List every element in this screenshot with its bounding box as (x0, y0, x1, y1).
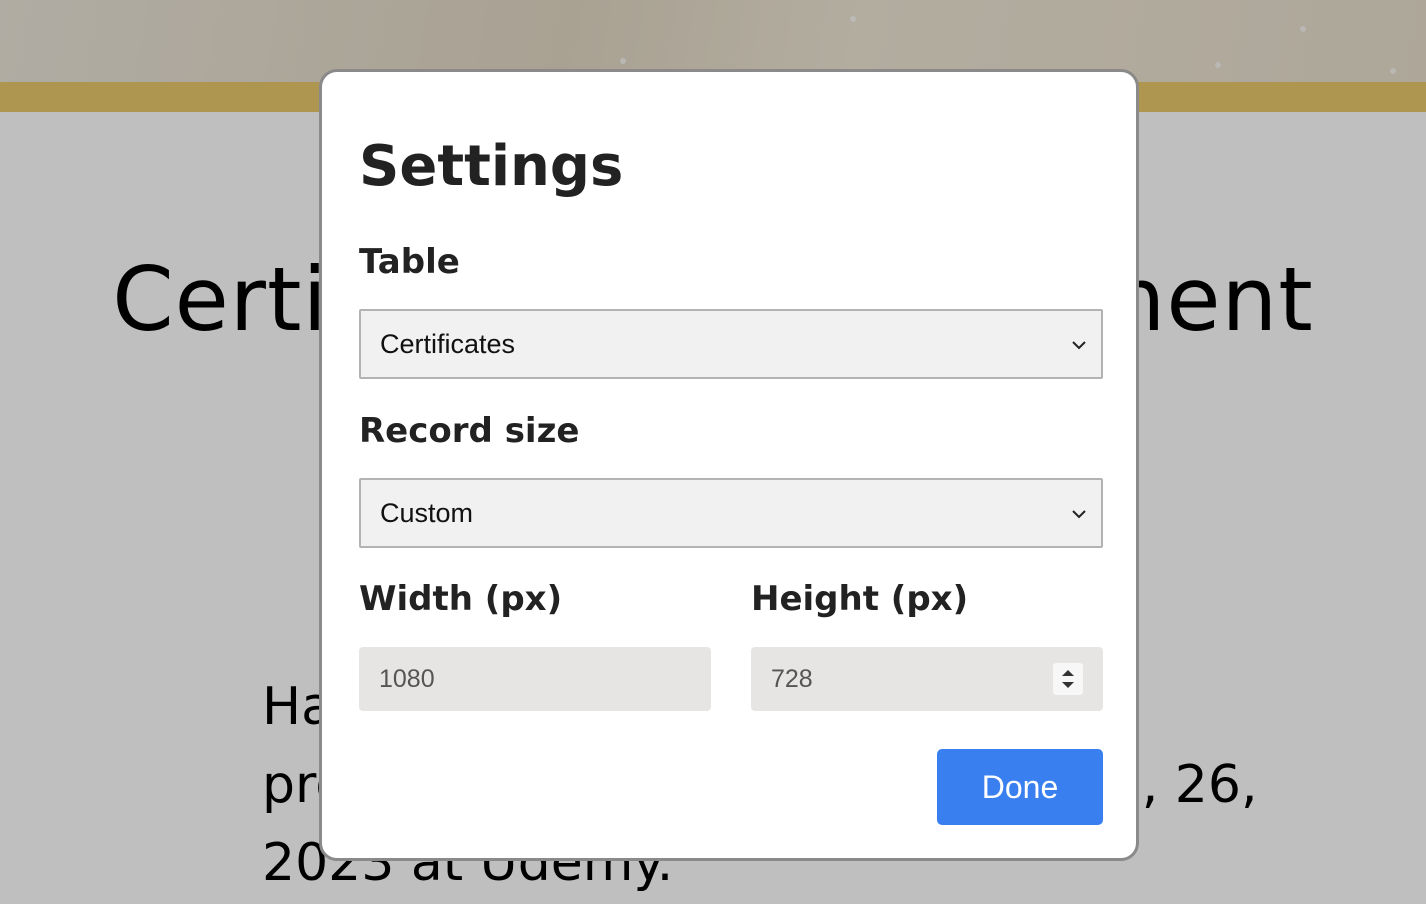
width-label: Width (px) (359, 579, 563, 619)
chevron-down-icon (1072, 341, 1086, 350)
record-size-label: Record size (359, 411, 580, 451)
record-size-select-value: Custom (380, 498, 474, 528)
height-input-value: 728 (771, 665, 813, 693)
certificate-editor-page: Certificate of Achievement Has successfu… (0, 0, 1426, 904)
height-label: Height (px) (751, 579, 969, 619)
table-label: Table (359, 242, 460, 282)
dialog-title: Settings (359, 134, 624, 199)
record-size-select[interactable]: Custom (359, 478, 1103, 548)
table-select[interactable]: Certificates (359, 309, 1103, 379)
settings-dialog: Settings Table Certificates Record size … (319, 69, 1139, 861)
chevron-down-icon (1072, 510, 1086, 519)
spinner-arrows-icon (1062, 670, 1074, 688)
height-input[interactable]: 728 (751, 647, 1103, 711)
height-spinner[interactable] (1053, 663, 1083, 695)
width-input[interactable]: 1080 (359, 647, 711, 711)
table-select-value: Certificates (380, 329, 516, 359)
done-button[interactable]: Done (937, 749, 1103, 825)
width-input-value: 1080 (379, 665, 435, 693)
